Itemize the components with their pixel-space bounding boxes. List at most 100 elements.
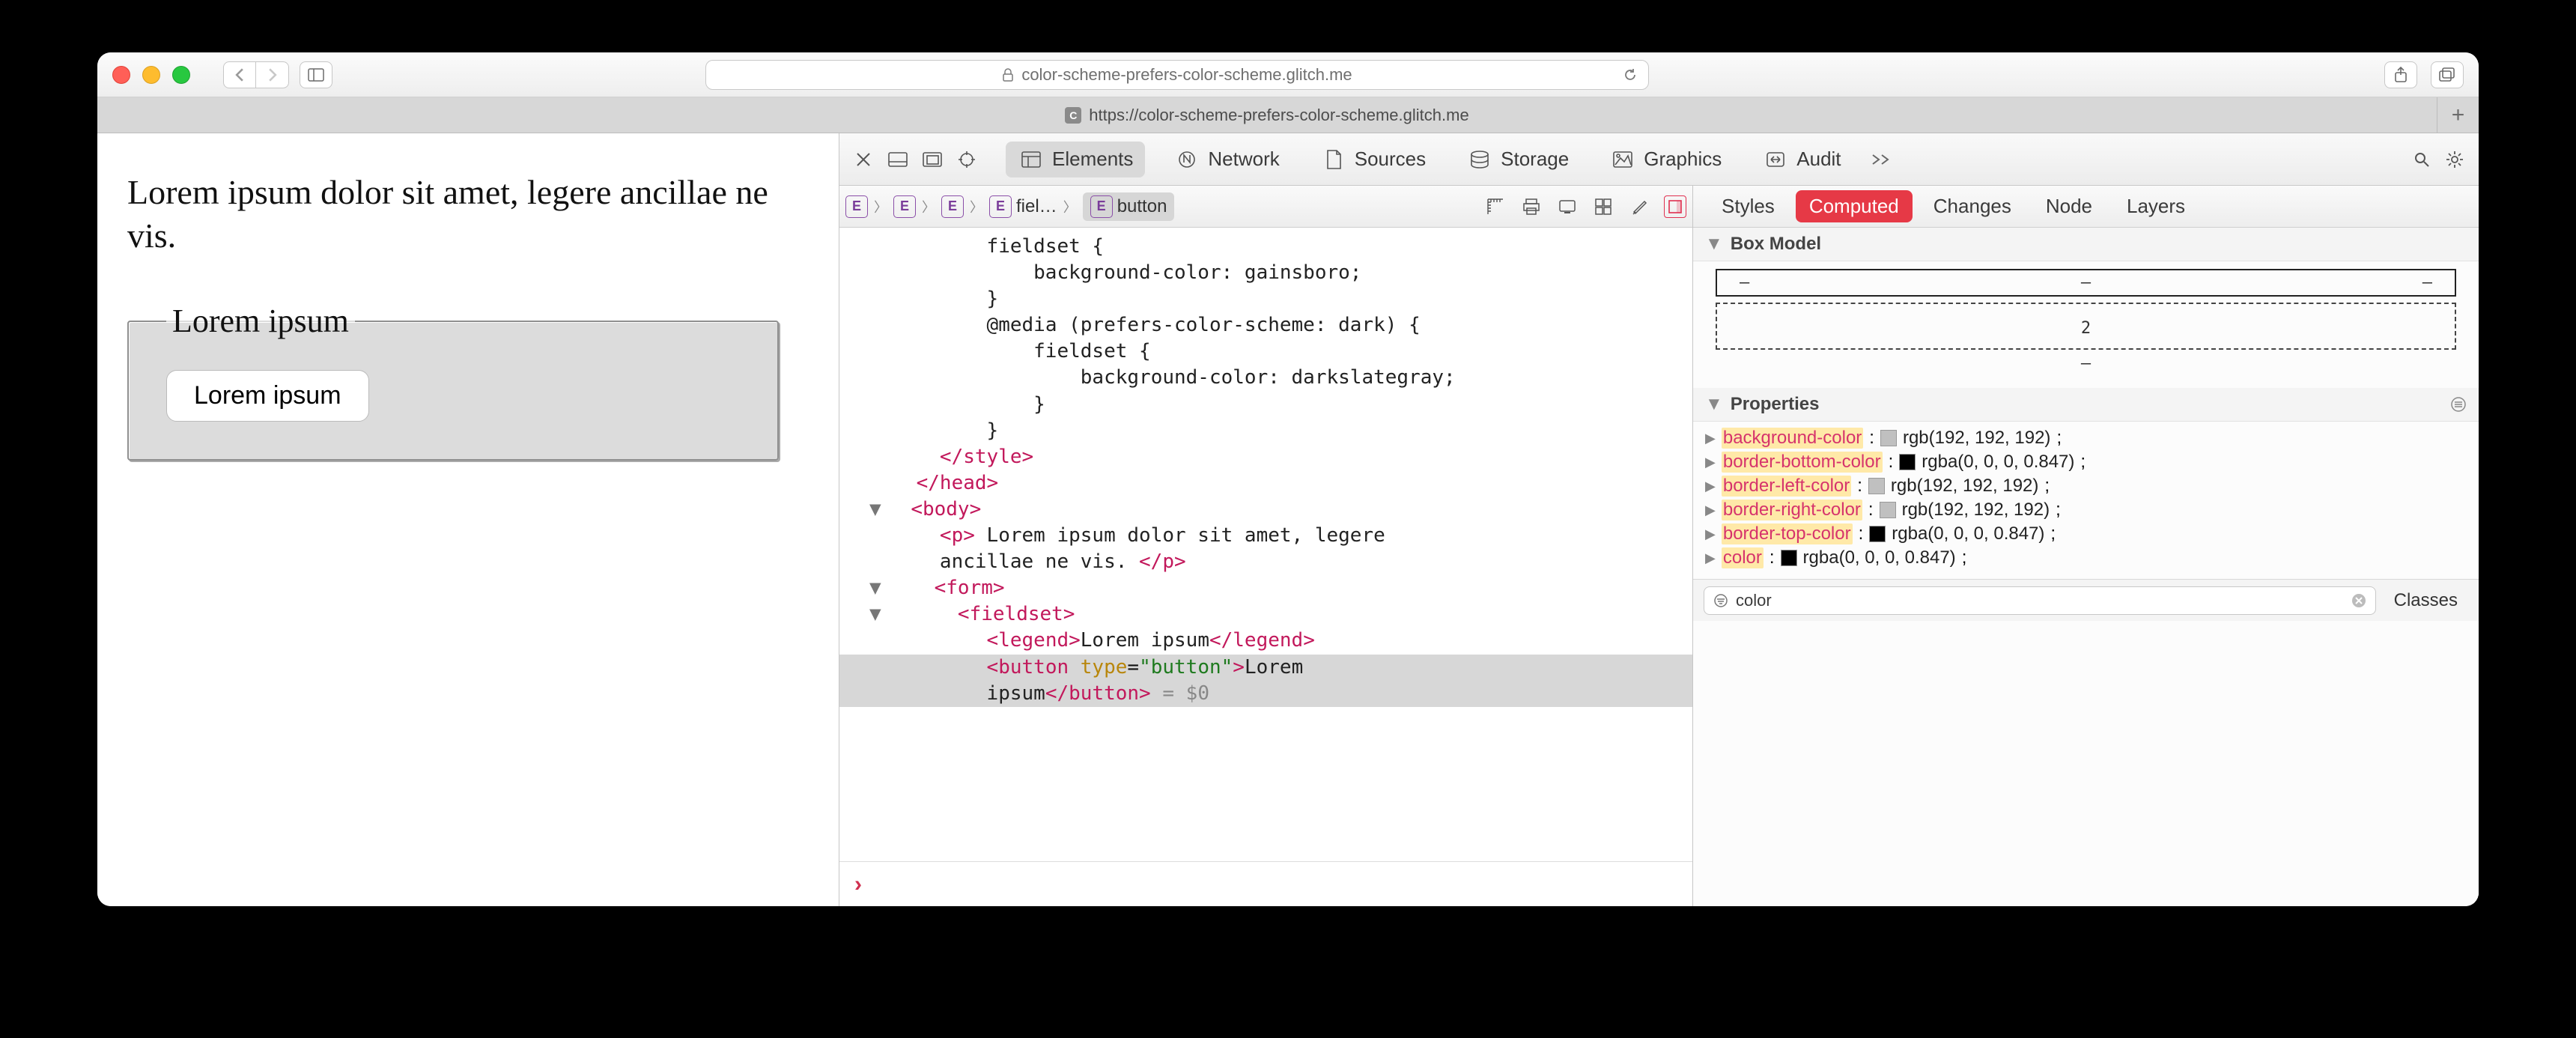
color-swatch[interactable] — [1869, 526, 1886, 542]
disclosure-triangle-icon: ▶ — [1705, 503, 1716, 518]
panel-overflow-button[interactable] — [1867, 146, 1894, 173]
toggle-details-sidebar-icon[interactable] — [1664, 195, 1686, 218]
property-value: rgb(192, 192, 192) — [1902, 500, 2050, 520]
color-swatch[interactable] — [1880, 430, 1897, 446]
breadcrumb-item[interactable]: Ebutton — [1083, 192, 1175, 221]
styles-tab-computed[interactable]: Computed — [1796, 190, 1913, 222]
minimize-window-button[interactable] — [142, 66, 160, 84]
styles-tab-styles[interactable]: Styles — [1708, 190, 1788, 222]
breadcrumb-item[interactable]: E — [845, 195, 868, 218]
address-text: color-scheme-prefers-color-scheme.glitch… — [1021, 65, 1352, 85]
force-appearance-icon[interactable] — [1556, 195, 1579, 218]
panel-tab-audit[interactable]: Audit — [1750, 142, 1853, 177]
storage-icon — [1466, 146, 1493, 173]
dock-bottom-icon[interactable] — [884, 146, 911, 173]
tab-bar: C https://color-scheme-prefers-color-sch… — [97, 97, 2479, 133]
tabs-overview-button[interactable] — [2431, 61, 2464, 88]
chevron-right-icon: 〉 — [970, 197, 983, 216]
styles-tab-layers[interactable]: Layers — [2113, 190, 2199, 222]
forward-button[interactable] — [256, 61, 289, 88]
sources-icon — [1320, 146, 1347, 173]
color-swatch[interactable] — [1781, 550, 1797, 566]
address-bar[interactable]: color-scheme-prefers-color-scheme.glitch… — [705, 60, 1649, 90]
content-split: Lorem ipsum dolor sit amet, legere ancil… — [97, 133, 2479, 906]
console-prompt[interactable]: › — [839, 861, 1692, 906]
computed-property-row[interactable]: ▶color: rgba(0, 0, 0, 0.847); — [1705, 546, 2467, 570]
breadcrumb-item[interactable]: Efiel… — [989, 195, 1057, 218]
new-tab-button[interactable]: + — [2437, 97, 2479, 133]
favicon: C — [1065, 107, 1081, 124]
toolbar-right — [2384, 61, 2464, 88]
panel-tab-network[interactable]: Network — [1161, 142, 1291, 177]
close-window-button[interactable] — [112, 66, 130, 84]
box-model-diagram: – – – 2 – — [1693, 261, 2479, 388]
reload-button[interactable] — [1623, 67, 1638, 82]
styles-tab-node[interactable]: Node — [2032, 190, 2106, 222]
panel-tab-elements[interactable]: Elements — [1006, 142, 1145, 177]
styles-filter-bar: color Classes — [1693, 579, 2479, 621]
disclosure-triangle-icon: ▶ — [1705, 455, 1716, 470]
dom-breadcrumb: E〉E〉E〉Efiel…〉Ebutton — [839, 186, 1692, 228]
close-devtools-button[interactable] — [850, 146, 877, 173]
computed-property-row[interactable]: ▶border-bottom-color: rgba(0, 0, 0, 0.84… — [1705, 450, 2467, 474]
computed-property-row[interactable]: ▶border-right-color: rgb(192, 192, 192); — [1705, 498, 2467, 522]
property-value: rgba(0, 0, 0, 0.847) — [1922, 452, 2074, 473]
color-swatch[interactable] — [1880, 502, 1896, 518]
color-swatch[interactable] — [1868, 478, 1885, 494]
print-styles-icon[interactable] — [1520, 195, 1543, 218]
property-name: border-right-color — [1722, 500, 1862, 520]
property-value: rgb(192, 192, 192) — [1903, 428, 2050, 449]
element-badge-icon: E — [845, 195, 868, 218]
devtools-settings-button[interactable] — [2441, 146, 2468, 173]
property-name: border-top-color — [1722, 523, 1853, 544]
computed-property-row[interactable]: ▶border-top-color: rgba(0, 0, 0, 0.847); — [1705, 522, 2467, 546]
devtools-search-button[interactable] — [2408, 146, 2435, 173]
breadcrumb-item[interactable]: E — [941, 195, 964, 218]
computed-properties-list: ▶background-color: rgb(192, 192, 192);▶b… — [1693, 422, 2479, 579]
box-model-header[interactable]: ▼ Box Model — [1693, 228, 2479, 261]
disclosure-triangle-icon: ▶ — [1705, 431, 1716, 446]
computed-property-row[interactable]: ▶background-color: rgb(192, 192, 192); — [1705, 426, 2467, 450]
filter-icon — [1713, 593, 1728, 608]
safari-window: color-scheme-prefers-color-scheme.glitch… — [97, 52, 2479, 906]
box-model-label: Box Model — [1731, 234, 1821, 255]
share-button[interactable] — [2384, 61, 2417, 88]
element-badge-icon: E — [941, 195, 964, 218]
panel-tab-graphics[interactable]: Graphics — [1597, 142, 1734, 177]
browser-tab[interactable]: C https://color-scheme-prefers-color-sch… — [97, 106, 2437, 125]
color-swatch[interactable] — [1899, 454, 1916, 470]
properties-options-icon[interactable] — [2450, 396, 2467, 413]
paint-flashing-icon[interactable] — [1628, 195, 1650, 218]
graphics-icon — [1609, 146, 1636, 173]
fullscreen-window-button[interactable] — [172, 66, 190, 84]
property-name: background-color — [1722, 428, 1863, 449]
property-name: color — [1722, 547, 1764, 568]
dom-tree[interactable]: fieldset { background-color: gainsboro; … — [839, 228, 1692, 861]
styles-sidebar: StylesComputedChangesNodeLayers ▼ Box Mo… — [1693, 186, 2479, 906]
rulers-icon[interactable] — [1484, 195, 1507, 218]
dock-right-icon[interactable] — [919, 146, 946, 173]
classes-toggle[interactable]: Classes — [2384, 590, 2468, 611]
page-button[interactable]: Lorem ipsum — [166, 370, 369, 422]
styles-tab-changes[interactable]: Changes — [1920, 190, 2025, 222]
panel-tab-storage[interactable]: Storage — [1454, 142, 1581, 177]
devtools-toolbar: Elements Network Sources Storage Graphics Aud… — [839, 133, 2479, 186]
box-model-value: – — [2081, 273, 2091, 292]
clear-filter-button[interactable] — [2351, 593, 2366, 608]
panel-tab-sources[interactable]: Sources — [1308, 142, 1438, 177]
disclosure-triangle-icon: ▶ — [1705, 550, 1716, 566]
inspect-element-button[interactable] — [953, 146, 980, 173]
sidebar-toggle-button[interactable] — [300, 61, 332, 88]
tab-title: https://color-scheme-prefers-color-schem… — [1089, 106, 1468, 125]
traffic-lights — [112, 66, 190, 84]
filter-input[interactable]: color — [1704, 586, 2376, 615]
element-badge-icon: E — [893, 195, 916, 218]
breadcrumb-item[interactable]: E — [893, 195, 916, 218]
back-button[interactable] — [223, 61, 256, 88]
chevron-right-icon: 〉 — [922, 197, 935, 216]
devtools-body: E〉E〉E〉Efiel…〉Ebutton fieldset { backgr — [839, 186, 2479, 906]
chevron-right-icon: 〉 — [1063, 197, 1077, 216]
computed-property-row[interactable]: ▶border-left-color: rgb(192, 192, 192); — [1705, 474, 2467, 498]
properties-header[interactable]: ▼ Properties — [1693, 388, 2479, 422]
compositing-borders-icon[interactable] — [1592, 195, 1614, 218]
